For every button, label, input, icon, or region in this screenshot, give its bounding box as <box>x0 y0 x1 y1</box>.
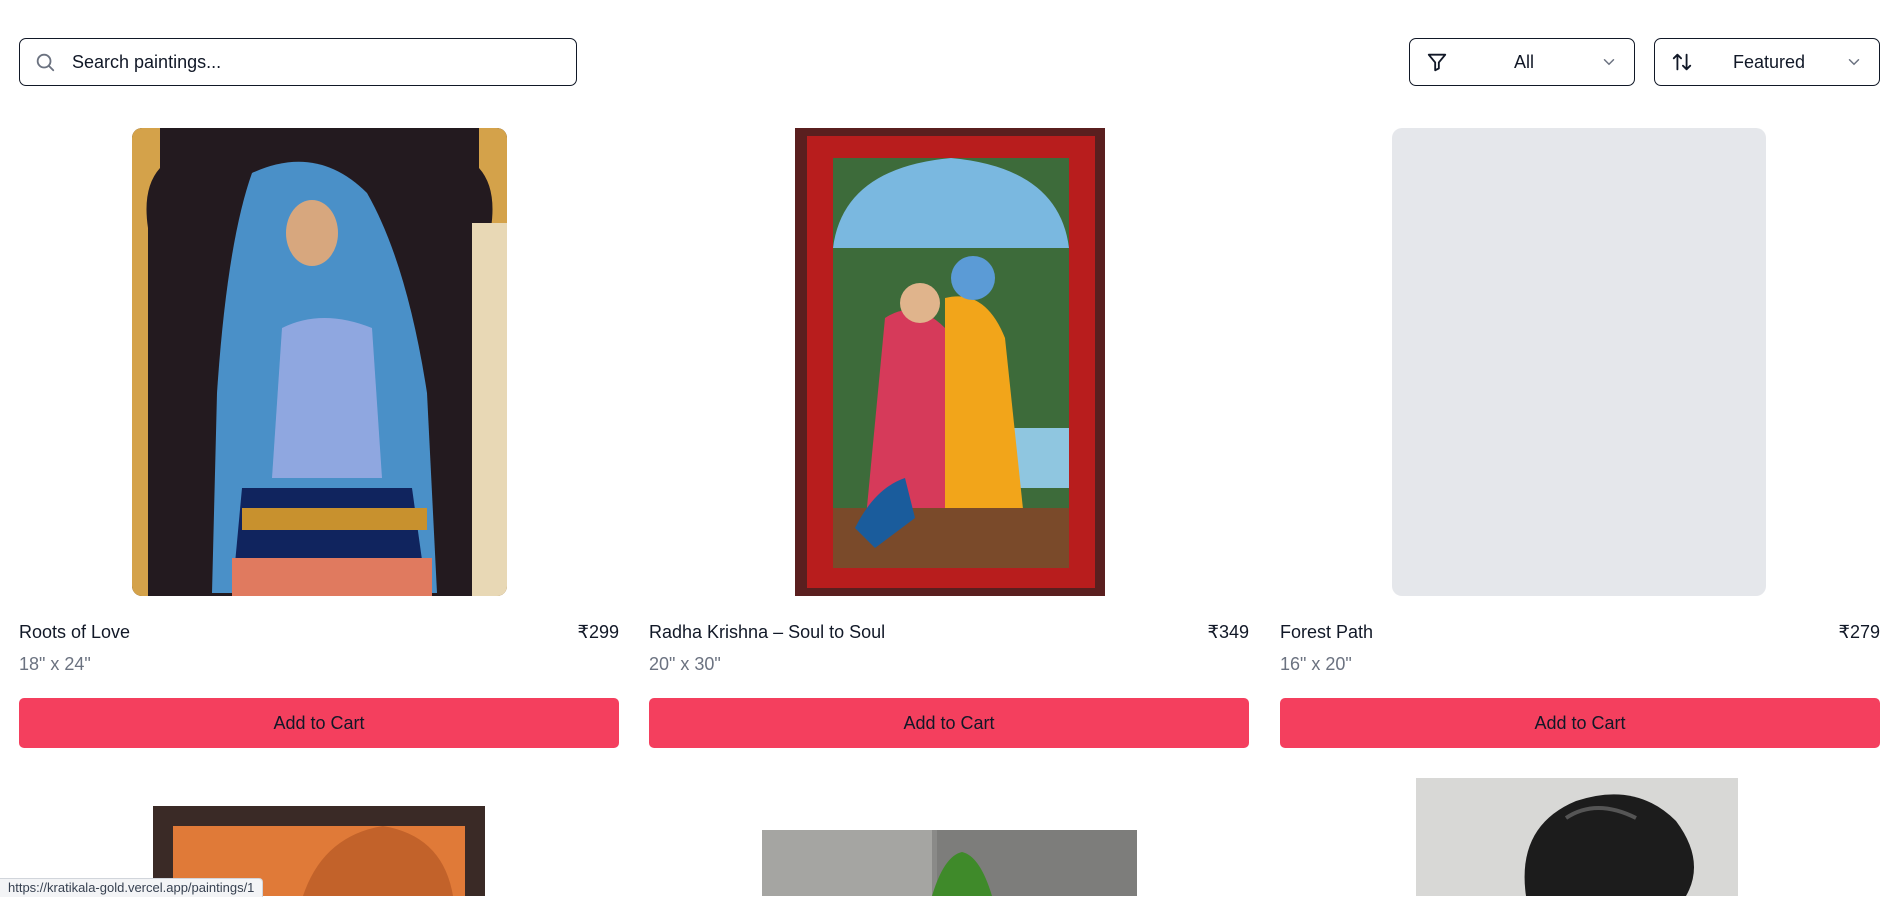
product-price: ₹279 <box>1838 622 1880 642</box>
sort-icon <box>1671 51 1693 73</box>
product-image-placeholder[interactable] <box>1392 128 1766 596</box>
product-size: 20" x 30" <box>649 654 721 674</box>
product-image[interactable] <box>132 128 507 596</box>
product-price: ₹299 <box>577 622 619 642</box>
link-status-bar: https://kratikala-gold.vercel.app/painti… <box>0 878 264 897</box>
chevron-down-icon <box>1845 53 1863 71</box>
search-box[interactable] <box>19 38 577 86</box>
product-size: 18" x 24" <box>19 654 91 674</box>
filter-icon <box>1426 51 1448 73</box>
search-icon <box>34 51 56 73</box>
add-to-cart-button[interactable]: Add to Cart <box>1280 698 1880 748</box>
category-filter-select[interactable]: All <box>1409 38 1635 86</box>
search-input[interactable] <box>70 50 534 74</box>
product-image[interactable] <box>1416 778 1738 896</box>
chevron-down-icon <box>1600 53 1618 71</box>
product-title[interactable]: Roots of Love <box>19 622 130 643</box>
add-to-cart-button[interactable]: Add to Cart <box>19 698 619 748</box>
product-image[interactable] <box>795 128 1105 596</box>
filter-value: All <box>1513 51 1534 72</box>
product-image[interactable] <box>762 830 1137 896</box>
sort-select[interactable]: Featured <box>1654 38 1880 86</box>
product-price: ₹349 <box>1207 622 1249 642</box>
product-title[interactable]: Forest Path <box>1280 622 1373 643</box>
product-title[interactable]: Radha Krishna – Soul to Soul <box>649 622 885 643</box>
add-to-cart-button[interactable]: Add to Cart <box>649 698 1249 748</box>
product-size: 16" x 20" <box>1280 654 1352 674</box>
sort-value: Featured <box>1732 51 1806 72</box>
product-card: Forest Path ₹279 16" x 20" Add to Cart <box>1280 128 1880 748</box>
product-card: Roots of Love ₹299 18" x 24" Add to Cart <box>19 128 619 748</box>
product-card: Radha Krishna – Soul to Soul ₹349 20" x … <box>649 128 1249 748</box>
